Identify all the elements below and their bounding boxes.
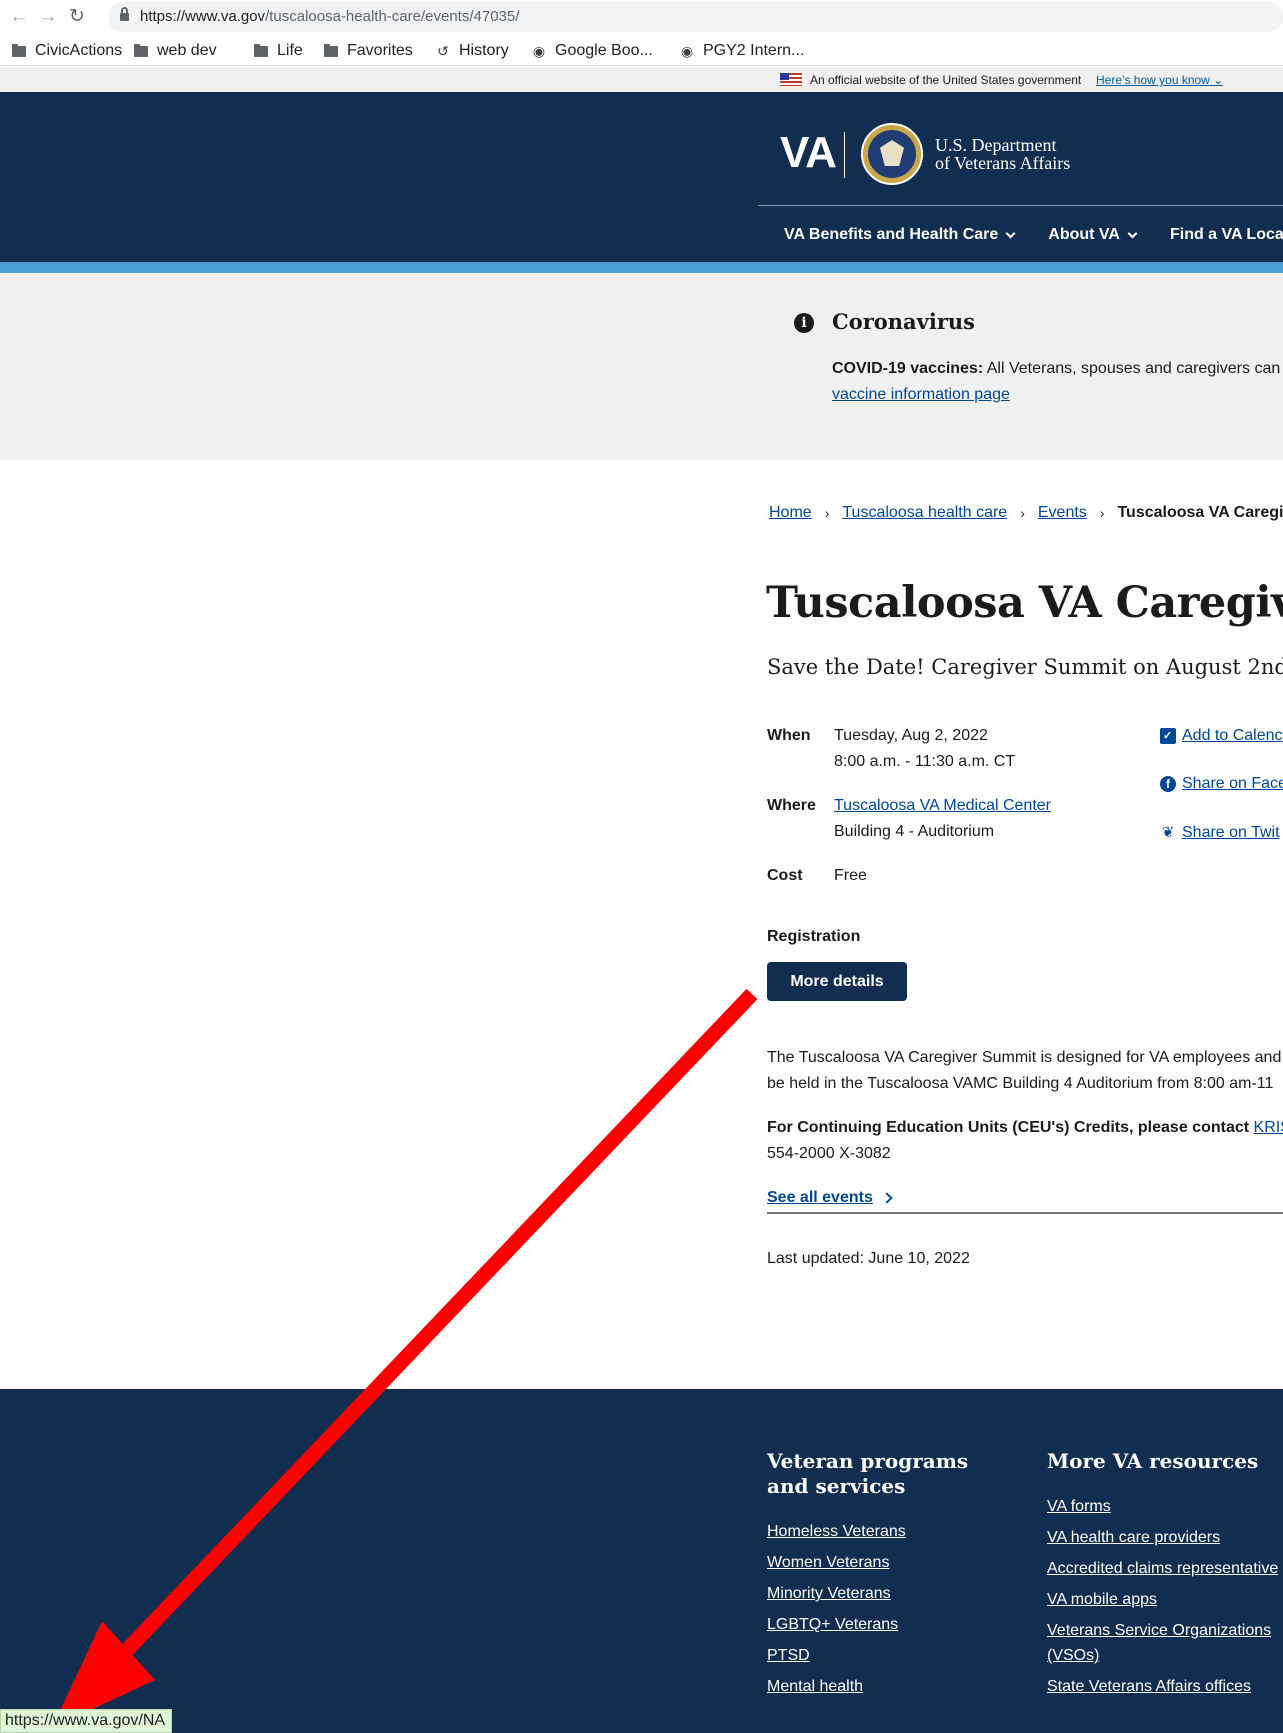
facebook-icon: f <box>1160 776 1176 792</box>
header-divider <box>758 205 1283 206</box>
how-you-know-link[interactable]: Here’s how you know ⌄ <box>1096 73 1223 87</box>
bookmark-civicactions[interactable]: CivicActions <box>12 41 122 61</box>
globe-icon: ◉ <box>680 42 694 59</box>
breadcrumb-current: Tuscaloosa VA Caregive <box>1117 504 1283 521</box>
footer-link[interactable]: State Veterans Affairs offices <box>1047 1678 1278 1696</box>
footer-link[interactable]: Veterans Service Organizations <box>1047 1622 1278 1640</box>
logo-divider <box>844 132 845 178</box>
lock-icon <box>120 7 129 22</box>
more-details-button[interactable]: More details <box>767 962 907 1001</box>
footer-link[interactable]: Homeless Veterans <box>767 1523 906 1541</box>
breadcrumb-tuscaloosa[interactable]: Tuscaloosa health care <box>842 504 1007 522</box>
folder-icon <box>324 43 338 57</box>
folder-icon <box>254 43 268 57</box>
address-bar[interactable]: https://www.va.gov/tuscaloosa-health-car… <box>108 2 1283 32</box>
when-label: When <box>767 727 811 744</box>
breadcrumb-home[interactable]: Home <box>769 504 812 522</box>
bookmark-pgy2[interactable]: ◉ PGY2 Intern... <box>680 41 805 61</box>
where-value: Tuscaloosa VA Medical Center Building 4 … <box>834 793 1051 845</box>
history-icon: ↺ <box>437 42 449 59</box>
site-footer: Veteran programs and services Homeless V… <box>0 1389 1283 1733</box>
breadcrumb-separator: › <box>824 505 830 521</box>
breadcrumb-separator: › <box>1020 505 1025 521</box>
cost-label: Cost <box>767 867 803 884</box>
breadcrumb: Home › Tuscaloosa health care › Events ›… <box>769 504 1283 522</box>
calendar-icon <box>1160 728 1176 744</box>
vaccine-info-link[interactable]: vaccine information page <box>832 386 1010 403</box>
forward-icon[interactable]: → <box>37 6 59 28</box>
coronavirus-banner: i Coronavirus COVID-19 vaccines: All Vet… <box>0 273 1283 460</box>
location-link[interactable]: Tuscaloosa VA Medical Center <box>834 793 1051 819</box>
coronavirus-title: Coronavirus <box>832 309 976 334</box>
ceu-contact-link[interactable]: KRIS <box>1254 1119 1283 1136</box>
content-divider <box>767 1212 1283 1214</box>
footer-link[interactable]: LGBTQ+ Veterans <box>767 1616 906 1634</box>
url-text: https://www.va.gov/tuscaloosa-health-car… <box>140 8 520 25</box>
footer-link[interactable]: Accredited claims representative <box>1047 1560 1278 1578</box>
bookmarks-bar: CivicActions web dev Life Favorites ↺ His… <box>0 36 1283 66</box>
nav-benefits-health-care[interactable]: VA Benefits and Health Care <box>784 226 1016 244</box>
ceu-note: For Continuing Education Units (CEU's) C… <box>767 1115 1283 1167</box>
where-label: Where <box>767 797 816 814</box>
footer-col2-links: VA forms VA health care providers Accred… <box>1047 1498 1278 1696</box>
footer-link[interactable]: VA mobile apps <box>1047 1591 1278 1609</box>
chevron-right-icon <box>881 1192 893 1204</box>
department-name[interactable]: U.S. Department of Veterans Affairs <box>935 136 1070 172</box>
twitter-icon: ❦ <box>1161 824 1175 841</box>
footer-link[interactable]: VA forms <box>1047 1498 1278 1516</box>
folder-icon <box>134 43 148 57</box>
site-header: VA U.S. Department of Veterans Affairs V… <box>0 92 1283 262</box>
va-seal-icon <box>861 123 923 185</box>
va-logo[interactable]: VA <box>780 128 837 178</box>
page-title: Tuscaloosa VA Caregive <box>766 578 1283 628</box>
footer-link[interactable]: PTSD <box>767 1647 906 1665</box>
cost-value: Free <box>834 867 867 884</box>
footer-col2-title: More VA resources <box>1047 1449 1259 1473</box>
coronavirus-body: COVID-19 vaccines: All Veterans, spouses… <box>832 360 1283 403</box>
bookmark-favorites[interactable]: Favorites <box>324 41 413 61</box>
globe-icon: ◉ <box>532 42 546 59</box>
add-to-calendar-link[interactable]: Add to Calenc <box>1160 727 1283 745</box>
footer-link[interactable]: Minority Veterans <box>767 1585 906 1603</box>
event-description: The Tuscaloosa VA Caregiver Summit is de… <box>767 1049 1282 1092</box>
share-facebook-link[interactable]: f Share on Face <box>1160 775 1283 793</box>
bookmark-life[interactable]: Life <box>254 41 303 61</box>
folder-icon <box>12 43 26 57</box>
footer-link[interactable]: (VSOs) <box>1047 1647 1278 1665</box>
breadcrumb-separator: › <box>1099 505 1105 521</box>
nav-about-va[interactable]: About VA <box>1048 226 1138 244</box>
chevron-down-icon <box>1005 228 1016 238</box>
page: ← → ↻ https://www.va.gov/tuscaloosa-heal… <box>0 0 1283 1733</box>
footer-link[interactable]: Women Veterans <box>767 1554 906 1572</box>
reload-icon[interactable]: ↻ <box>66 6 88 28</box>
info-icon: i <box>794 313 814 333</box>
footer-col1-links: Homeless Veterans Women Veterans Minorit… <box>767 1523 906 1696</box>
footer-link[interactable]: Mental health <box>767 1678 906 1696</box>
see-all-events-link[interactable]: See all events <box>767 1189 893 1207</box>
main-nav: VA Benefits and Health Care About VA Fin… <box>784 226 1283 244</box>
last-updated: Last updated: June 10, 2022 <box>767 1250 970 1267</box>
official-gov-banner: An official website of the United States… <box>0 67 1283 92</box>
breadcrumb-events[interactable]: Events <box>1038 504 1087 522</box>
nav-find-location[interactable]: Find a VA Loca <box>1170 226 1283 244</box>
event-subtitle: Save the Date! Caregiver Summit on Augus… <box>767 655 1283 679</box>
bookmark-web-dev[interactable]: web dev <box>134 41 217 61</box>
footer-col1-title: Veteran programs and services <box>767 1449 969 1498</box>
footer-link[interactable]: VA health care providers <box>1047 1529 1278 1547</box>
status-bar-url: https://www.va.gov/NA <box>0 1709 173 1733</box>
when-value: Tuesday, Aug 2, 2022 8:00 a.m. - 11:30 a… <box>834 727 1016 770</box>
registration-label: Registration <box>767 928 861 945</box>
header-accent-bar <box>0 262 1283 273</box>
browser-toolbar: ← → ↻ https://www.va.gov/tuscaloosa-heal… <box>0 0 1283 34</box>
us-flag-icon <box>780 73 802 86</box>
official-text: An official website of the United States… <box>810 73 1082 87</box>
chevron-down-icon <box>1127 228 1138 238</box>
bookmark-history[interactable]: ↺ History <box>436 41 509 61</box>
back-icon[interactable]: ← <box>8 6 30 28</box>
bookmark-google-books[interactable]: ◉ Google Boo... <box>532 41 653 61</box>
share-twitter-link[interactable]: ❦ Share on Twit <box>1160 824 1280 842</box>
